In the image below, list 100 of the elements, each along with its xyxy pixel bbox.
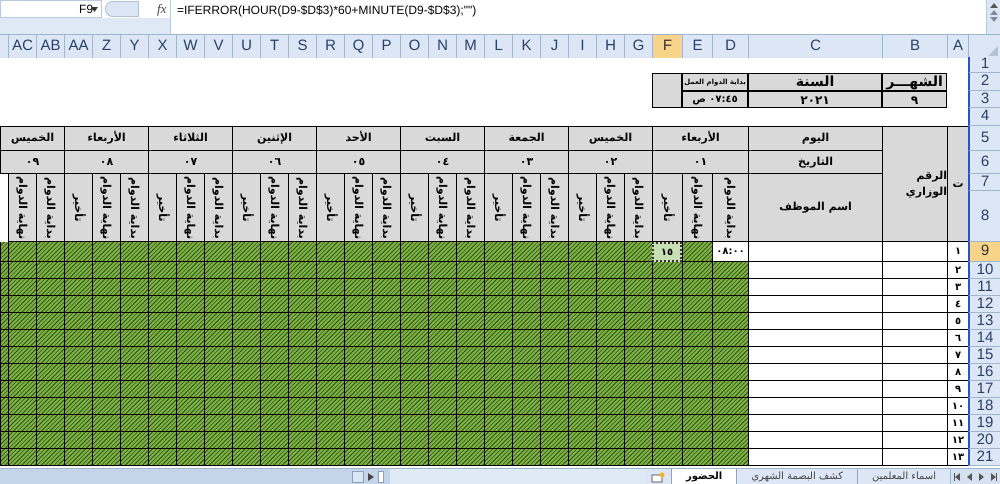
hatched-cell[interactable]: [176, 242, 204, 262]
hatched-cell[interactable]: [316, 415, 344, 432]
hatched-cell[interactable]: [596, 330, 624, 347]
hatched-cell[interactable]: [120, 381, 148, 398]
row-header[interactable]: 2: [968, 73, 1000, 91]
row-header[interactable]: 19: [968, 415, 1000, 432]
hatched-cell[interactable]: [120, 364, 148, 381]
hatched-cell[interactable]: [456, 364, 484, 381]
hatched-cell[interactable]: [148, 364, 176, 381]
hatched-cell[interactable]: [682, 398, 712, 415]
hatched-cell[interactable]: [428, 262, 456, 279]
hatched-cell[interactable]: [624, 381, 652, 398]
hatched-cell[interactable]: [512, 347, 540, 364]
hatched-cell[interactable]: [712, 347, 748, 364]
hatched-cell[interactable]: [176, 330, 204, 347]
column-header[interactable]: W: [176, 35, 204, 58]
hatched-cell[interactable]: [456, 398, 484, 415]
hatched-cell[interactable]: [372, 279, 400, 296]
row-header[interactable]: 3: [968, 91, 1000, 108]
hatched-cell[interactable]: [400, 279, 428, 296]
hatched-cell[interactable]: [596, 262, 624, 279]
column-header[interactable]: S: [288, 35, 316, 58]
hatched-cell[interactable]: [682, 432, 712, 449]
hatched-cell[interactable]: [540, 415, 568, 432]
hatched-cell[interactable]: [428, 279, 456, 296]
hatched-cell[interactable]: [120, 432, 148, 449]
hatched-cell[interactable]: [176, 296, 204, 313]
hatched-cell[interactable]: [568, 296, 596, 313]
hatched-cell[interactable]: [624, 432, 652, 449]
row-header[interactable]: 13: [968, 313, 1000, 330]
hatched-cell[interactable]: [484, 364, 512, 381]
hatched-cell[interactable]: [344, 432, 372, 449]
hatched-cell[interactable]: [624, 330, 652, 347]
hatched-cell[interactable]: [484, 449, 512, 466]
hatched-cell[interactable]: [120, 449, 148, 466]
name-box[interactable]: F9: [0, 0, 102, 18]
hatched-cell[interactable]: [456, 279, 484, 296]
hatched-cell[interactable]: [0, 262, 8, 279]
hatched-cell[interactable]: [568, 364, 596, 381]
hatched-cell[interactable]: [92, 330, 120, 347]
hatched-cell[interactable]: [596, 279, 624, 296]
hatched-cell[interactable]: [316, 296, 344, 313]
hatched-cell[interactable]: [712, 398, 748, 415]
hatched-cell[interactable]: [204, 313, 232, 330]
hatched-cell[interactable]: [568, 330, 596, 347]
hatched-cell[interactable]: [652, 296, 682, 313]
hatched-cell[interactable]: [400, 296, 428, 313]
hatched-cell[interactable]: [456, 381, 484, 398]
hatched-cell[interactable]: [260, 262, 288, 279]
hatched-cell[interactable]: [540, 262, 568, 279]
row-header[interactable]: 4: [968, 108, 1000, 126]
hatched-cell[interactable]: [92, 398, 120, 415]
column-header[interactable]: L: [484, 35, 512, 58]
hatched-cell[interactable]: [36, 279, 64, 296]
hatched-cell[interactable]: [148, 242, 176, 262]
hatched-cell[interactable]: [400, 313, 428, 330]
column-header[interactable]: T: [260, 35, 288, 58]
hatched-cell[interactable]: [260, 364, 288, 381]
hatched-cell[interactable]: [712, 449, 748, 466]
hatched-cell[interactable]: [260, 415, 288, 432]
hatched-cell[interactable]: [344, 279, 372, 296]
column-header[interactable]: C: [748, 35, 882, 58]
hatched-cell[interactable]: [204, 242, 232, 262]
hatched-cell[interactable]: [120, 347, 148, 364]
hatched-cell[interactable]: [120, 279, 148, 296]
hatched-cell[interactable]: [428, 242, 456, 262]
hatched-cell[interactable]: [92, 262, 120, 279]
hatched-cell[interactable]: [64, 279, 92, 296]
hatched-cell[interactable]: [682, 313, 712, 330]
column-header[interactable]: N: [428, 35, 456, 58]
hatched-cell[interactable]: [372, 449, 400, 466]
hatched-cell[interactable]: [288, 313, 316, 330]
column-header[interactable]: F: [652, 35, 682, 58]
hatched-cell[interactable]: [64, 330, 92, 347]
column-header[interactable]: M: [456, 35, 484, 58]
formula-bar-toggle-button[interactable]: [105, 1, 139, 17]
hatched-cell[interactable]: [204, 279, 232, 296]
hatched-cell[interactable]: [512, 449, 540, 466]
split-handle[interactable]: [352, 471, 364, 483]
hatched-cell[interactable]: [512, 296, 540, 313]
hatched-cell[interactable]: [232, 330, 260, 347]
hatched-cell[interactable]: [288, 449, 316, 466]
hatched-cell[interactable]: [344, 313, 372, 330]
hatched-cell[interactable]: [148, 449, 176, 466]
hatched-cell[interactable]: [64, 347, 92, 364]
hatched-cell[interactable]: [148, 262, 176, 279]
hatched-cell[interactable]: [176, 432, 204, 449]
hatched-cell[interactable]: [316, 432, 344, 449]
hatched-cell[interactable]: [8, 262, 36, 279]
hatched-cell[interactable]: [148, 330, 176, 347]
hatched-cell[interactable]: [316, 364, 344, 381]
row-header[interactable]: 20: [968, 432, 1000, 449]
hatched-cell[interactable]: [540, 347, 568, 364]
hatched-cell[interactable]: [36, 381, 64, 398]
hatched-cell[interactable]: [148, 381, 176, 398]
hatched-cell[interactable]: [8, 432, 36, 449]
hatched-cell[interactable]: [682, 242, 712, 262]
hatched-cell[interactable]: [344, 381, 372, 398]
row-header[interactable]: 5: [968, 126, 1000, 151]
hatched-cell[interactable]: [64, 242, 92, 262]
